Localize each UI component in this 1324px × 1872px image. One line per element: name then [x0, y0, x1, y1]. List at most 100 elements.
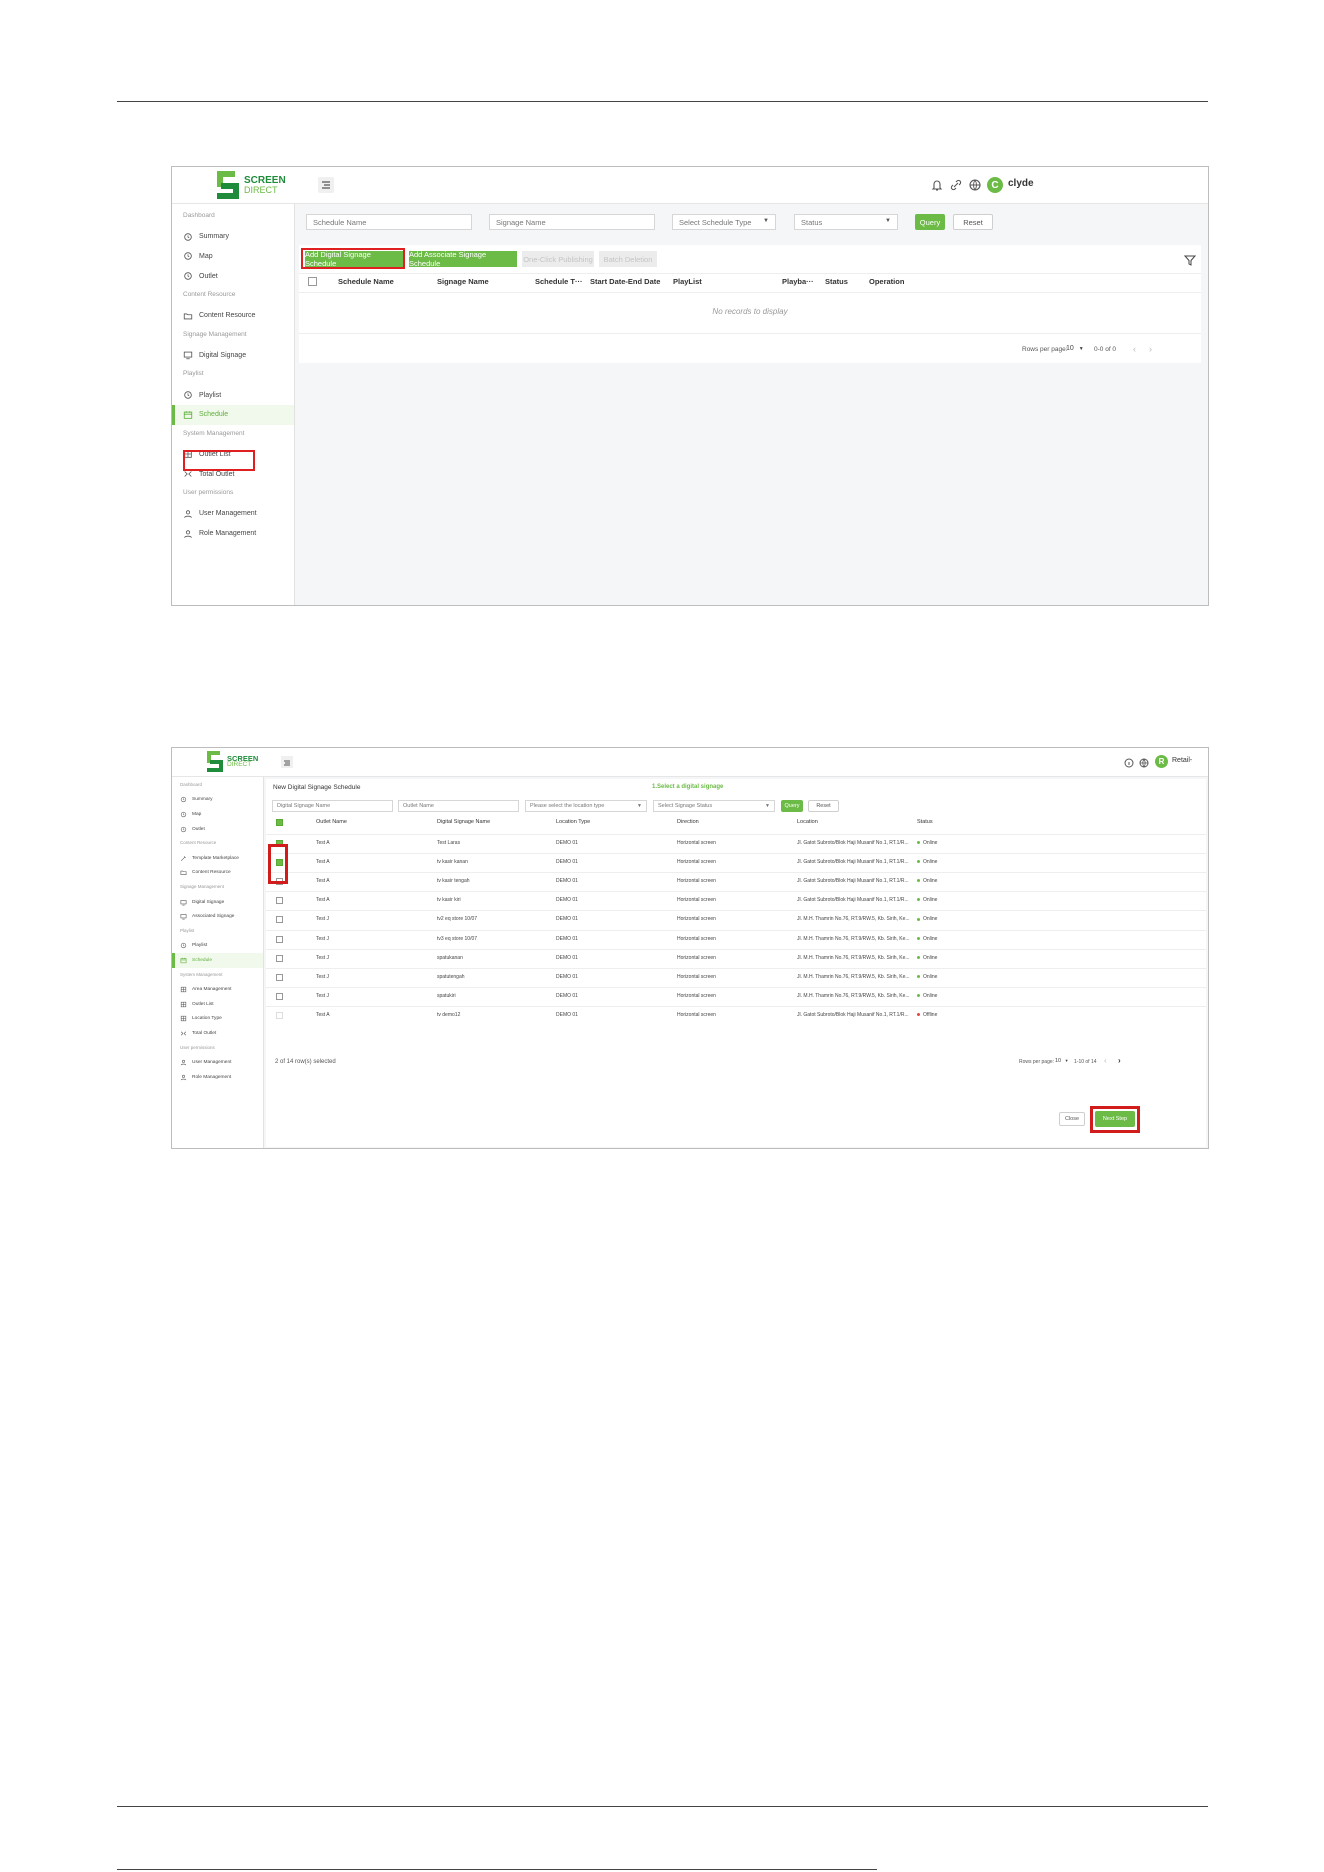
one-click-publishing-button[interactable]: One-Click Publishing [522, 251, 594, 267]
chevron-left-icon[interactable]: ‹ [1133, 344, 1136, 354]
menu-toggle-icon[interactable] [281, 756, 293, 768]
row-checkbox[interactable] [276, 1011, 283, 1019]
sidebar-item-digital-signage[interactable]: Digital Signage [172, 895, 263, 910]
user-avatar[interactable]: R [1155, 755, 1168, 768]
sidebar-item-summary[interactable]: Summary [172, 227, 294, 247]
sidebar-item-total-outlet[interactable]: Total Outlet [172, 1026, 263, 1041]
column-header: Direction [677, 819, 699, 825]
status-text: Online [923, 878, 938, 885]
table-row[interactable] [266, 968, 1206, 987]
digital-signage-name-input[interactable]: Digital Signage Name [272, 800, 393, 812]
sidebar-item-outlet[interactable]: Outlet [172, 266, 294, 286]
sidebar-item-summary[interactable]: Summary [172, 793, 263, 808]
status-text: Online [923, 897, 938, 904]
sidebar-item-label: Digital Signage [199, 351, 247, 359]
query-button[interactable]: Query [781, 800, 803, 812]
sidebar-item-content-resource[interactable]: Content Resource [172, 306, 294, 326]
sidebar-item-schedule[interactable]: Schedule [172, 953, 263, 968]
location-type-select[interactable]: Please select the location type ▼ [525, 800, 647, 812]
select-all-checkbox[interactable] [276, 819, 283, 826]
close-button[interactable]: Close [1059, 1112, 1085, 1126]
column-header: PlayList [673, 277, 702, 286]
globe-icon[interactable] [1138, 756, 1150, 774]
sidebar-section-label: Content Resource [183, 291, 236, 299]
row-checkbox[interactable] [276, 897, 283, 905]
cell-name: tv2 eq store 10/07 [437, 916, 478, 923]
next-step-highlight-box [1090, 1106, 1140, 1133]
sidebar-item-associated-signage[interactable]: Associated Signage [172, 909, 263, 924]
sidebar-item-outlet-list[interactable]: Outlet List [172, 997, 263, 1012]
clock-icon [180, 826, 187, 832]
add-associate-signage-schedule-button[interactable]: Add Associate Signage Schedule [409, 250, 517, 268]
row-checkbox[interactable] [276, 973, 283, 981]
sidebar-item-label: Location Type [192, 1016, 222, 1022]
table-row[interactable] [266, 930, 1206, 949]
sidebar-item-template-marketplace[interactable]: Template Marketplace [172, 851, 263, 866]
sidebar-item-map[interactable]: Map [172, 807, 263, 822]
table-row[interactable] [266, 891, 1206, 910]
row-checkbox[interactable] [276, 916, 283, 924]
row-checkbox[interactable] [276, 954, 283, 962]
sidebar-item-playlist[interactable]: Playlist [172, 385, 294, 405]
cell-loc-type: DEMO 01 [556, 897, 578, 904]
column-header: Status [917, 819, 933, 825]
sidebar-item-label: Outlet List [192, 1001, 214, 1007]
reset-button[interactable]: Reset [808, 800, 839, 812]
filter-icon[interactable] [1183, 253, 1197, 271]
sidebar-item-digital-signage[interactable]: Digital Signage [172, 346, 294, 366]
table-row[interactable] [266, 910, 1206, 929]
signage-name-input[interactable]: Signage Name [489, 214, 655, 230]
status-select[interactable]: Status ▼ [794, 214, 898, 230]
schedule-type-select[interactable]: Select Schedule Type ▼ [672, 214, 776, 230]
info-icon[interactable] [1123, 756, 1135, 774]
reset-button[interactable]: Reset [953, 214, 993, 230]
menu-toggle-icon[interactable] [318, 177, 334, 193]
outlet-name-input[interactable]: Outlet Name [398, 800, 519, 812]
sidebar-item-label: Role Management [199, 530, 257, 538]
cell-direction: Horizontal screen [677, 935, 716, 942]
sidebar-item-playlist[interactable]: Playlist [172, 939, 263, 954]
row-checkbox[interactable] [276, 992, 283, 1000]
cell-name: tv demo12 [437, 1011, 461, 1018]
user-name[interactable]: Retail- [1172, 757, 1192, 764]
user-name[interactable]: clyde [1008, 178, 1034, 189]
chevron-right-icon[interactable]: › [1149, 344, 1152, 354]
sidebar-item-location-type[interactable]: Location Type [172, 1012, 263, 1027]
table-row[interactable] [266, 987, 1206, 1006]
table-row[interactable] [266, 1006, 1206, 1025]
rows-per-page-select[interactable]: 10 ▼ [1055, 1058, 1069, 1064]
sidebar-item-user-management[interactable]: User Management [172, 504, 294, 524]
table-row[interactable] [266, 949, 1206, 968]
status-text: Offline [923, 1011, 938, 1018]
sidebar-item-map[interactable]: Map [172, 247, 294, 267]
sidebar-item-schedule[interactable]: Schedule [172, 405, 294, 425]
batch-deletion-button[interactable]: Batch Deletion [599, 251, 657, 267]
table-row[interactable] [266, 853, 1206, 872]
sidebar-item-area-management[interactable]: Area Management [172, 982, 263, 997]
sidebar-item-outlet[interactable]: Outlet [172, 822, 263, 837]
signage-status-select[interactable]: Select Signage Status ▼ [653, 800, 775, 812]
chevron-down-icon: ▼ [1078, 346, 1084, 352]
globe-icon[interactable] [967, 177, 983, 198]
cell-location: Jl. Gatot Subroto/Blok Haji Musanif No.1… [797, 1011, 909, 1018]
row-checkbox[interactable] [276, 935, 283, 943]
sidebar-item-role-management[interactable]: Role Management [172, 524, 294, 544]
select-all-checkbox[interactable] [308, 277, 317, 286]
link-icon[interactable] [948, 177, 964, 198]
sidebar-item-role-management[interactable]: Role Management [172, 1070, 263, 1085]
chevron-left-icon[interactable]: ‹ [1104, 1056, 1107, 1065]
chevron-right-icon[interactable]: › [1118, 1056, 1121, 1065]
user-avatar[interactable]: C [987, 177, 1003, 193]
query-button[interactable]: Query [915, 214, 945, 230]
sidebar-section-label: Signage Management [180, 884, 225, 890]
bell-icon[interactable] [929, 177, 945, 198]
table-row[interactable] [266, 834, 1206, 853]
cell-location: Jl. M.H. Thamrin No.76, RT.9/RW.5, Kb. S… [797, 992, 910, 999]
table-row[interactable] [266, 872, 1206, 891]
schedule-name-placeholder: Schedule Name [313, 217, 367, 227]
schedule-name-input[interactable]: Schedule Name [306, 214, 472, 230]
rows-per-page-select[interactable]: 10 ▼ [1066, 345, 1084, 352]
sidebar-item-content-resource[interactable]: Content Resource [172, 866, 263, 881]
sidebar-item-user-management[interactable]: User Management [172, 1055, 263, 1070]
signage-status-placeholder: Select Signage Status [658, 803, 713, 809]
